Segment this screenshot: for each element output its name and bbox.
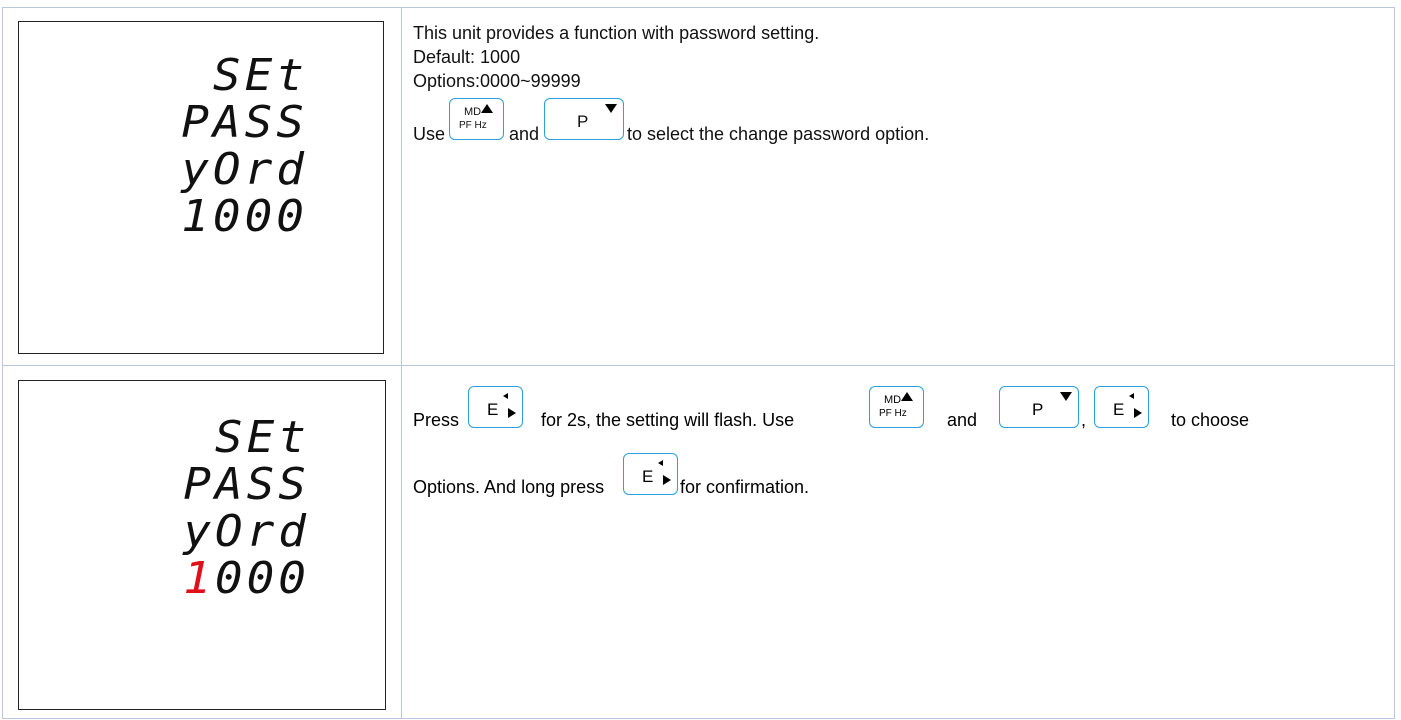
description-text: ,: [1081, 410, 1087, 430]
p-key-icon: P: [544, 98, 624, 140]
down-arrow-icon: [1060, 392, 1072, 401]
key-label: E: [487, 400, 499, 419]
instruction-table: SEt PASS уОrd 1000 This unit provides a …: [2, 7, 1395, 719]
table-row: SEt PASS уОrd 1000 Press E for 2s, the s…: [3, 366, 1394, 719]
lcd-display: SEt PASS уОrd 1000: [18, 380, 386, 710]
lcd-line: SEt: [214, 411, 310, 463]
description-line: Default: 1000: [413, 47, 521, 67]
left-arrow-icon: [503, 393, 508, 399]
key-label: MD: [884, 394, 902, 406]
e-key-icon: E: [623, 453, 678, 495]
description-text: Options. And long press: [413, 477, 605, 497]
table-row: SEt PASS уОrd 1000 This unit provides a …: [3, 8, 1394, 366]
md-pfhz-key-icon: MD PF Hz: [869, 386, 924, 428]
lcd-line: уОrd: [183, 505, 310, 557]
description-text: to select the change password option.: [627, 124, 930, 144]
p-key-icon: P: [999, 386, 1079, 428]
key-label: PF Hz: [459, 120, 487, 131]
down-arrow-icon: [605, 104, 617, 113]
description-text: for 2s, the setting will flash. Use: [541, 410, 795, 430]
key-label: P: [577, 112, 589, 131]
key-label: MD: [464, 106, 482, 118]
right-arrow-icon: [1134, 408, 1142, 418]
lcd-line: 1000: [181, 190, 308, 242]
key-label: E: [642, 467, 654, 486]
left-arrow-icon: [658, 460, 663, 466]
lcd-display: SEt PASS уОrd 1000: [18, 21, 384, 354]
key-instruction-line: Options. And long press E for confirmati…: [413, 453, 1383, 497]
description-text: and: [509, 124, 540, 144]
description-line: Options:0000~99999: [413, 71, 581, 91]
flashing-digit: 1: [183, 552, 215, 604]
description-text: Press: [413, 410, 460, 430]
up-arrow-icon: [901, 392, 913, 401]
description-line: This unit provides a function with passw…: [413, 23, 820, 43]
description-text: and: [947, 410, 978, 430]
up-arrow-icon: [481, 104, 493, 113]
description-text: for confirmation.: [680, 477, 810, 497]
left-arrow-icon: [1129, 393, 1134, 399]
description-text: Use: [413, 124, 446, 144]
e-key-icon: E: [1094, 386, 1149, 428]
lcd-line: PASS: [181, 96, 308, 148]
description-text: to choose: [1171, 410, 1250, 430]
key-instruction-line: Press E for 2s, the setting will flash. …: [413, 386, 1383, 430]
lcd-line: PASS: [183, 458, 310, 510]
lcd-line: 1000: [183, 556, 310, 600]
md-pfhz-key-icon: MD PF Hz: [449, 98, 504, 140]
e-key-icon: E: [468, 386, 523, 428]
lcd-line: уОrd: [181, 143, 308, 195]
key-label: P: [1032, 400, 1044, 419]
right-arrow-icon: [508, 408, 516, 418]
key-label: E: [1113, 400, 1125, 419]
right-arrow-icon: [663, 475, 671, 485]
key-label: PF Hz: [879, 408, 907, 419]
lcd-digits: 000: [214, 552, 310, 604]
lcd-line: SEt: [212, 49, 308, 101]
